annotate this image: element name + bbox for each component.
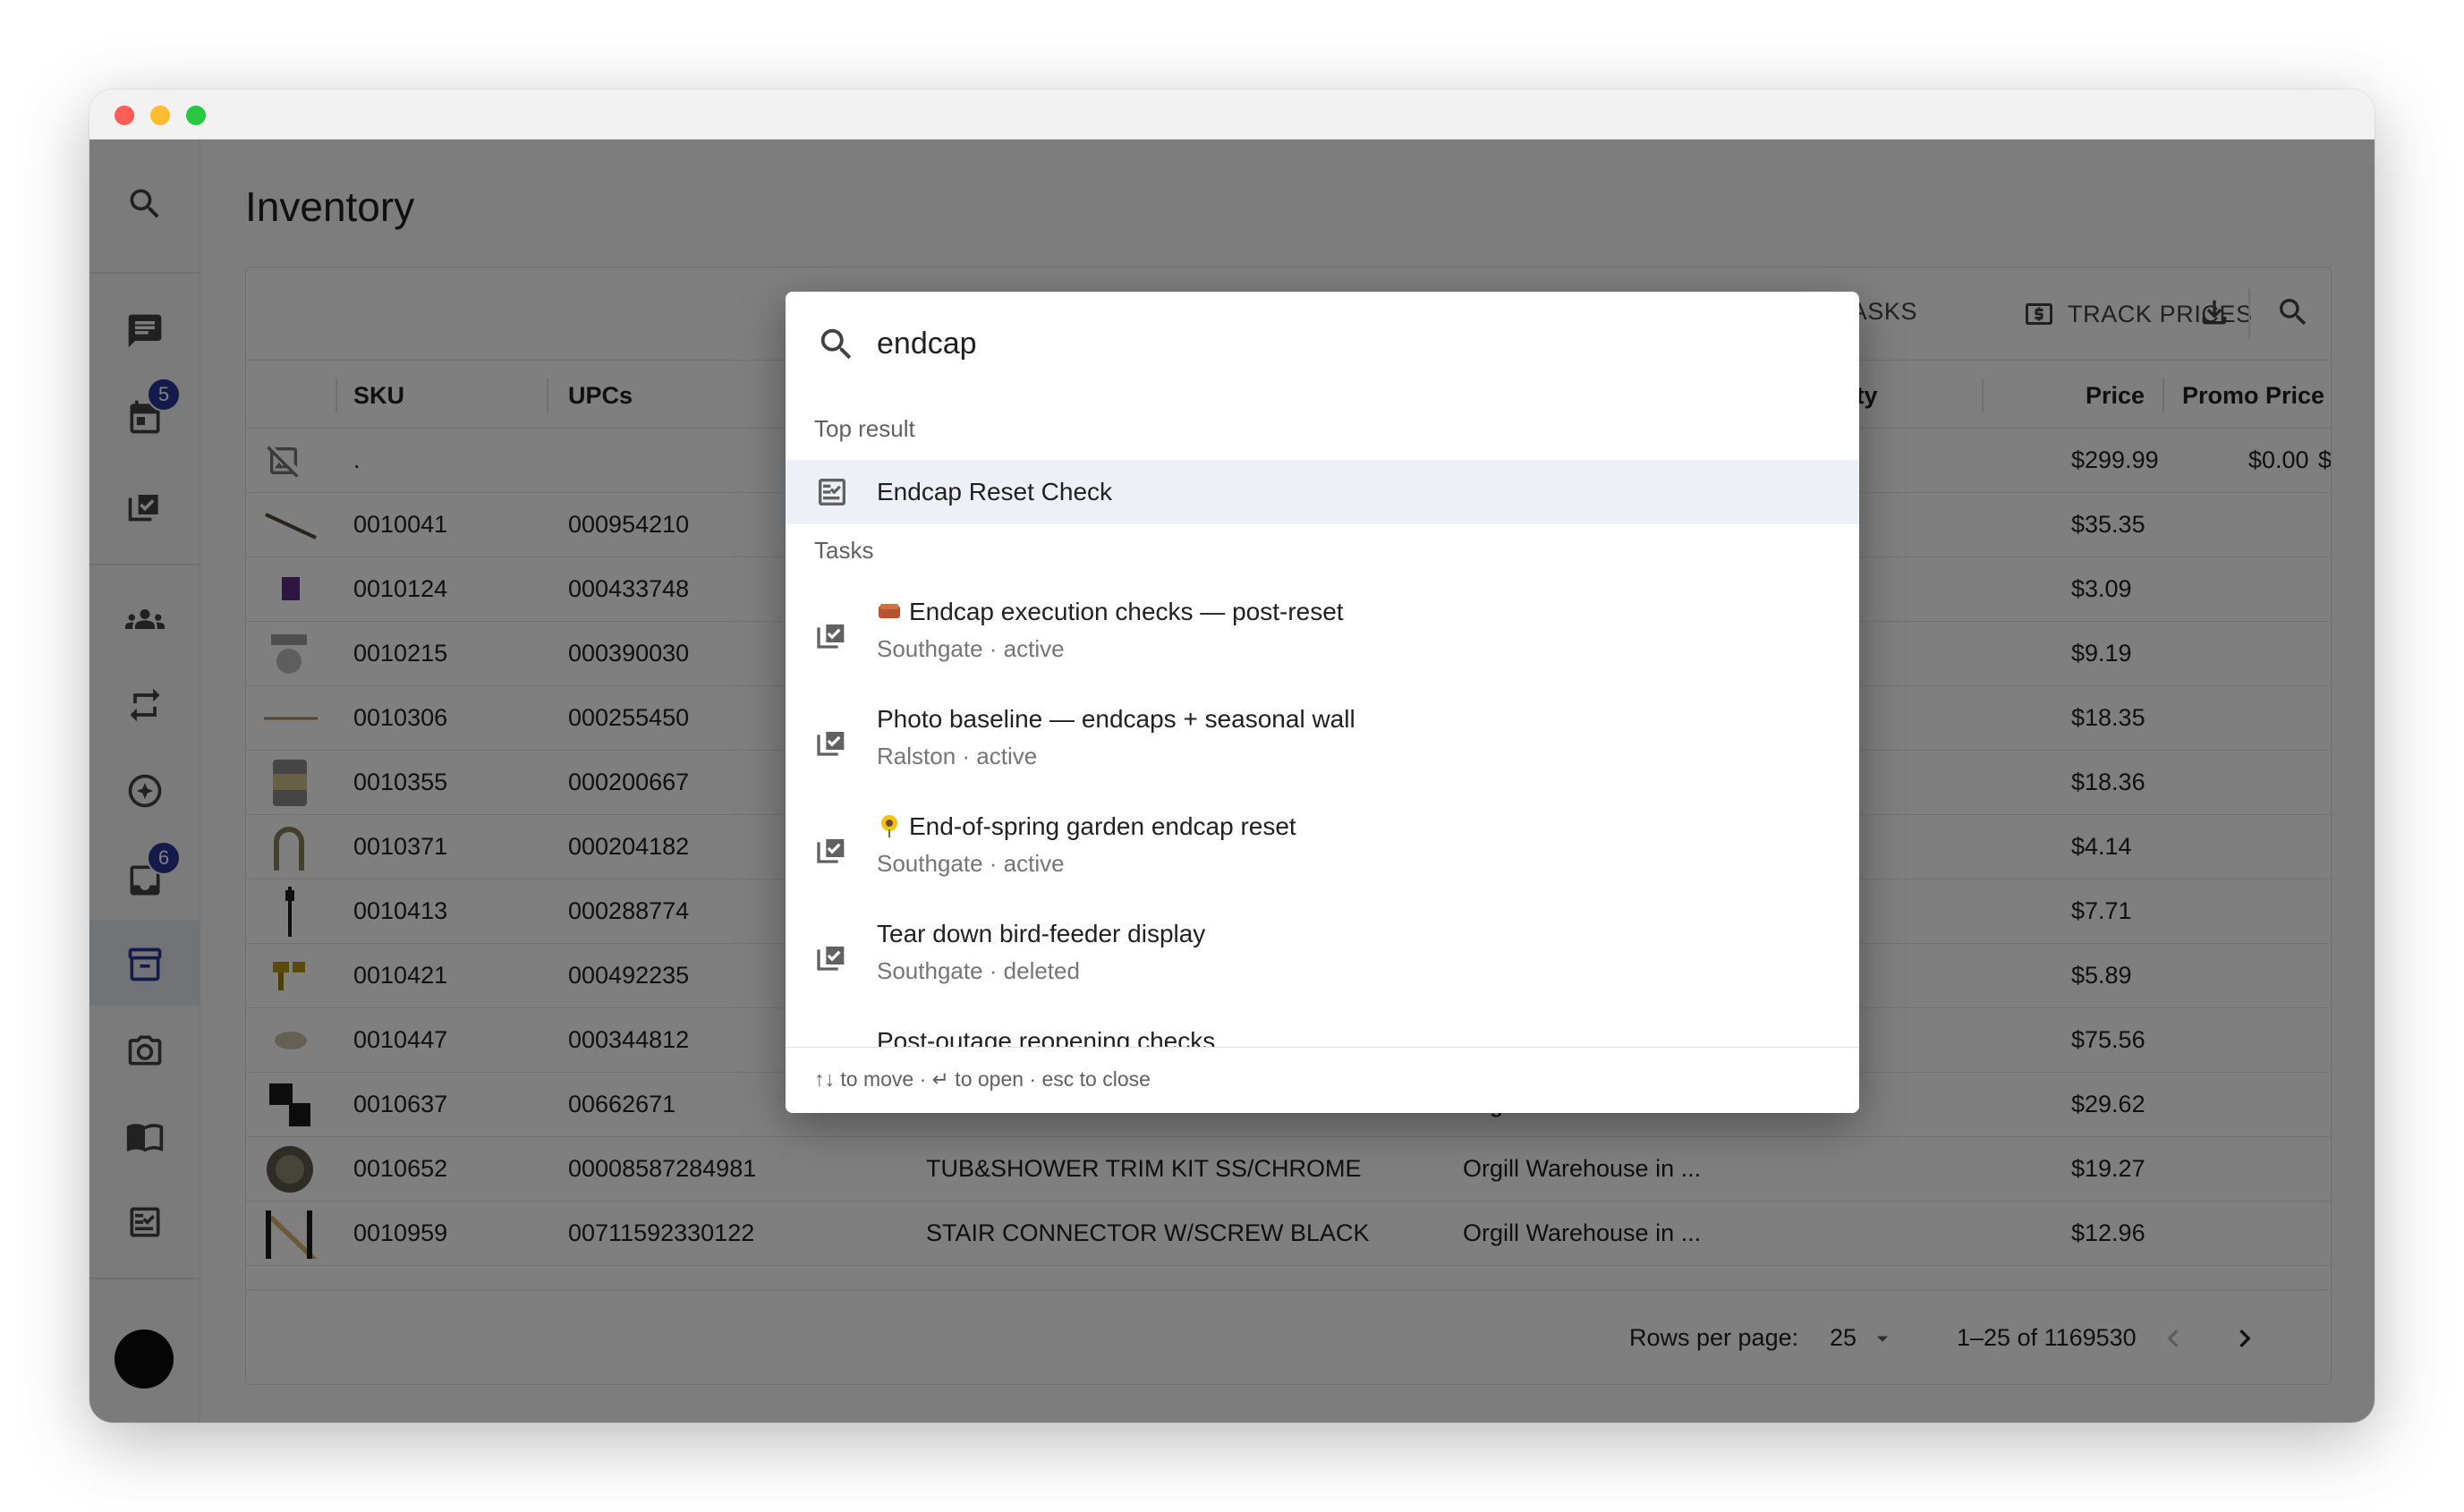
task-checkbox-icon bbox=[814, 938, 850, 973]
top-result-section-label: Top result bbox=[814, 415, 915, 442]
task-title-text: Endcap execution checks — post-reset bbox=[909, 598, 1344, 625]
task-checkbox-icon bbox=[814, 616, 850, 651]
task-subtitle: Ralston · active bbox=[877, 743, 1038, 769]
app-window: 5 6 bbox=[89, 89, 2375, 1423]
top-result-item[interactable]: Endcap Reset Check bbox=[786, 460, 1859, 524]
tasks-section-label: Tasks bbox=[814, 537, 874, 564]
task-title: Endcap execution checks — post-reset bbox=[877, 598, 1344, 626]
checklist-icon bbox=[814, 474, 850, 510]
top-result-title: Endcap Reset Check bbox=[877, 478, 1113, 505]
task-title-text: End-of-spring garden endcap reset bbox=[909, 812, 1296, 840]
task-title: End-of-spring garden endcap reset bbox=[877, 812, 1296, 841]
task-title: Tear down bird-feeder display bbox=[877, 920, 1206, 947]
minimize-window-button[interactable] bbox=[150, 106, 170, 125]
task-result-item[interactable]: Tear down bird-feeder display Southgate … bbox=[786, 902, 1859, 1009]
task-subtitle: Southgate · active bbox=[877, 635, 1065, 662]
task-checkbox-icon bbox=[814, 723, 850, 759]
task-checkbox-icon bbox=[814, 830, 850, 866]
command-palette: Top result Endcap Reset Check Tasks Endc… bbox=[786, 292, 1859, 1113]
task-subtitle: Southgate · active bbox=[877, 850, 1065, 877]
close-window-button[interactable] bbox=[115, 106, 134, 125]
sunflower-emoji-icon bbox=[881, 815, 897, 837]
window-titlebar bbox=[89, 89, 2375, 140]
task-result-item[interactable]: Photo baseline — endcaps + seasonal wall… bbox=[786, 687, 1859, 794]
keyboard-hints: ↑↓ to move · ↵ to open · esc to close bbox=[814, 1067, 1151, 1091]
task-title: Photo baseline — endcaps + seasonal wall bbox=[877, 705, 1355, 733]
brick-emoji-icon bbox=[879, 604, 900, 618]
palette-footer: ↑↓ to move · ↵ to open · esc to close bbox=[786, 1047, 1859, 1113]
task-subtitle: Southgate · deleted bbox=[877, 957, 1080, 984]
task-result-item[interactable]: End-of-spring garden endcap reset Southg… bbox=[786, 794, 1859, 902]
task-result-item[interactable]: Endcap execution checks — post-reset Sou… bbox=[786, 580, 1859, 687]
palette-search-bar bbox=[786, 292, 1859, 395]
palette-search-input[interactable] bbox=[877, 315, 1825, 372]
zoom-window-button[interactable] bbox=[186, 106, 206, 125]
search-icon bbox=[820, 328, 852, 360]
